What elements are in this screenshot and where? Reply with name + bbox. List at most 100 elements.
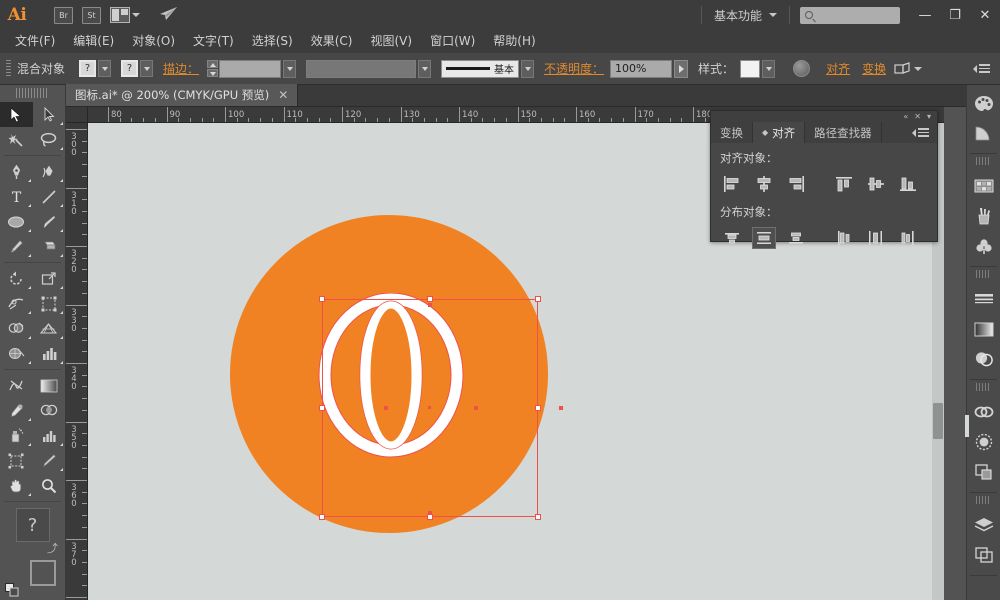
dock-group-grip[interactable] bbox=[976, 496, 991, 504]
stroke-weight-control[interactable] bbox=[207, 59, 297, 78]
bridge-icon[interactable]: Br bbox=[54, 6, 73, 24]
direct-selection-tool[interactable] bbox=[33, 102, 66, 127]
opacity-label[interactable]: 不透明度： bbox=[544, 60, 604, 77]
ruler-origin-corner[interactable] bbox=[66, 107, 88, 123]
pen-tool[interactable] bbox=[0, 159, 33, 184]
anchor-point-right[interactable] bbox=[559, 406, 563, 410]
shape-options-control[interactable] bbox=[894, 61, 923, 76]
bbox-handle-bottom-left[interactable] bbox=[319, 514, 325, 520]
scrollbar-thumb[interactable] bbox=[933, 403, 943, 439]
free-transform-tool[interactable] bbox=[33, 291, 66, 316]
bbox-handle-top-left[interactable] bbox=[319, 296, 325, 302]
stroke-profile-input[interactable] bbox=[306, 59, 417, 78]
bbox-handle-middle-right[interactable] bbox=[535, 405, 541, 411]
stroke-weight-stepper[interactable] bbox=[207, 60, 219, 77]
stroke-profile-control[interactable] bbox=[306, 59, 432, 78]
stroke-swatch[interactable]: ? bbox=[121, 60, 139, 77]
brushes-panel-icon[interactable] bbox=[967, 201, 1000, 231]
paintbrush-tool[interactable] bbox=[33, 209, 66, 234]
search-input[interactable] bbox=[800, 6, 900, 24]
menu-type[interactable]: 文字(T) bbox=[184, 30, 243, 53]
stroke-label[interactable]: 描边： bbox=[163, 60, 199, 77]
default-fill-stroke-icon[interactable] bbox=[5, 583, 20, 598]
bbox-handle-top-right[interactable] bbox=[535, 296, 541, 302]
stroke-weight-input[interactable] bbox=[219, 59, 282, 78]
distribute-left-edges-button[interactable] bbox=[832, 227, 856, 249]
distribute-horizontal-centers-button[interactable] bbox=[864, 227, 888, 249]
stroke-color-control[interactable]: ? bbox=[121, 60, 154, 77]
panel-options-icon[interactable]: ▾ bbox=[927, 112, 931, 121]
fill-swatch[interactable]: ? bbox=[79, 60, 97, 77]
magic-wand-tool[interactable] bbox=[0, 127, 33, 152]
align-panel-menu-button[interactable] bbox=[912, 122, 937, 143]
anchor-point-center[interactable] bbox=[428, 406, 431, 409]
collapse-panel-icon[interactable]: « bbox=[903, 112, 908, 121]
graphic-style-swatch[interactable] bbox=[740, 59, 761, 78]
align-bottom-edges-button[interactable] bbox=[896, 173, 920, 195]
distribute-top-edges-button[interactable] bbox=[720, 227, 744, 249]
align-right-edges-button[interactable] bbox=[784, 173, 808, 195]
brush-definition-control[interactable]: 基本 bbox=[441, 59, 535, 78]
perspective-grid-tool[interactable] bbox=[33, 316, 66, 341]
bbox-handle-top-center[interactable] bbox=[427, 296, 433, 302]
close-panel-icon[interactable]: ✕ bbox=[914, 112, 921, 121]
eyedropper-tool[interactable] bbox=[0, 398, 33, 423]
appearance-panel-icon[interactable] bbox=[967, 427, 1000, 457]
chevron-down-icon[interactable] bbox=[914, 66, 923, 71]
distribute-bottom-edges-button[interactable] bbox=[784, 227, 808, 249]
swatches-panel-icon[interactable] bbox=[967, 171, 1000, 201]
align-left-edges-button[interactable] bbox=[720, 173, 744, 195]
align-menu-label[interactable]: 对齐 bbox=[826, 60, 850, 77]
mesh-tool[interactable] bbox=[0, 341, 33, 366]
tab-transform[interactable]: 变换 bbox=[711, 122, 753, 143]
artboard-tool[interactable] bbox=[0, 448, 33, 473]
symbol-sprayer-tool[interactable] bbox=[0, 423, 33, 448]
color-panel-icon[interactable] bbox=[967, 88, 1000, 118]
paper-plane-icon[interactable] bbox=[159, 5, 179, 25]
eraser-tool[interactable] bbox=[33, 234, 66, 259]
symbols-panel-icon[interactable] bbox=[967, 231, 1000, 261]
menu-file[interactable]: 文件(F) bbox=[6, 30, 64, 53]
brush-dropdown-arrow[interactable] bbox=[521, 59, 535, 78]
rotate-tool[interactable] bbox=[0, 266, 33, 291]
align-horizontal-center-button[interactable] bbox=[752, 173, 776, 195]
arrange-documents-button[interactable] bbox=[110, 7, 140, 23]
anchor-point-inner-left[interactable] bbox=[384, 406, 388, 410]
close-button[interactable]: ✕ bbox=[970, 0, 1000, 30]
stroke-weight-dropdown-arrow[interactable] bbox=[283, 59, 297, 78]
anchor-point-bottom[interactable] bbox=[428, 511, 432, 515]
stroke-dropdown-arrow[interactable] bbox=[140, 60, 154, 77]
minimize-button[interactable]: — bbox=[910, 0, 940, 30]
artboards-panel-icon[interactable] bbox=[967, 540, 1000, 570]
selection-tool[interactable] bbox=[0, 102, 33, 127]
distribute-right-edges-button[interactable] bbox=[896, 227, 920, 249]
tab-pathfinder[interactable]: 路径查找器 bbox=[805, 122, 882, 143]
menu-window[interactable]: 窗口(W) bbox=[421, 30, 484, 53]
stock-icon[interactable]: St bbox=[82, 6, 101, 24]
layers-panel-icon[interactable] bbox=[967, 510, 1000, 540]
graph-tool[interactable] bbox=[33, 423, 66, 448]
anchor-point-left[interactable] bbox=[474, 406, 478, 410]
graphic-style-control[interactable] bbox=[740, 59, 776, 78]
align-top-edges-button[interactable] bbox=[832, 173, 856, 195]
opacity-input[interactable]: 100% bbox=[610, 59, 673, 78]
opacity-globe-control[interactable] bbox=[793, 60, 811, 77]
bbox-handle-bottom-right[interactable] bbox=[535, 514, 541, 520]
dock-group-grip[interactable] bbox=[976, 383, 991, 391]
distribute-vertical-centers-button[interactable] bbox=[751, 227, 777, 249]
fill-stroke-help-box[interactable]: ? bbox=[15, 508, 50, 542]
color-guide-panel-icon[interactable] bbox=[967, 118, 1000, 148]
tab-align[interactable]: ◆ 对齐 bbox=[753, 122, 806, 143]
ellipse-tool[interactable] bbox=[0, 209, 33, 234]
tools-panel-grip[interactable] bbox=[16, 88, 49, 98]
document-tab[interactable]: 图标.ai* @ 200% (CMYK/GPU 预览) ✕ bbox=[66, 84, 299, 106]
stroke-panel-icon[interactable] bbox=[967, 284, 1000, 314]
fill-control[interactable]: ? bbox=[79, 60, 112, 77]
dock-group-grip[interactable] bbox=[976, 157, 991, 165]
links-panel-icon[interactable] bbox=[967, 397, 1000, 427]
anchor-point-top[interactable] bbox=[428, 303, 432, 307]
curvature-tool[interactable] bbox=[33, 159, 66, 184]
maximize-button[interactable]: ❐ bbox=[940, 0, 970, 30]
column-graph-tool[interactable] bbox=[33, 341, 66, 366]
scale-tool[interactable] bbox=[33, 266, 66, 291]
